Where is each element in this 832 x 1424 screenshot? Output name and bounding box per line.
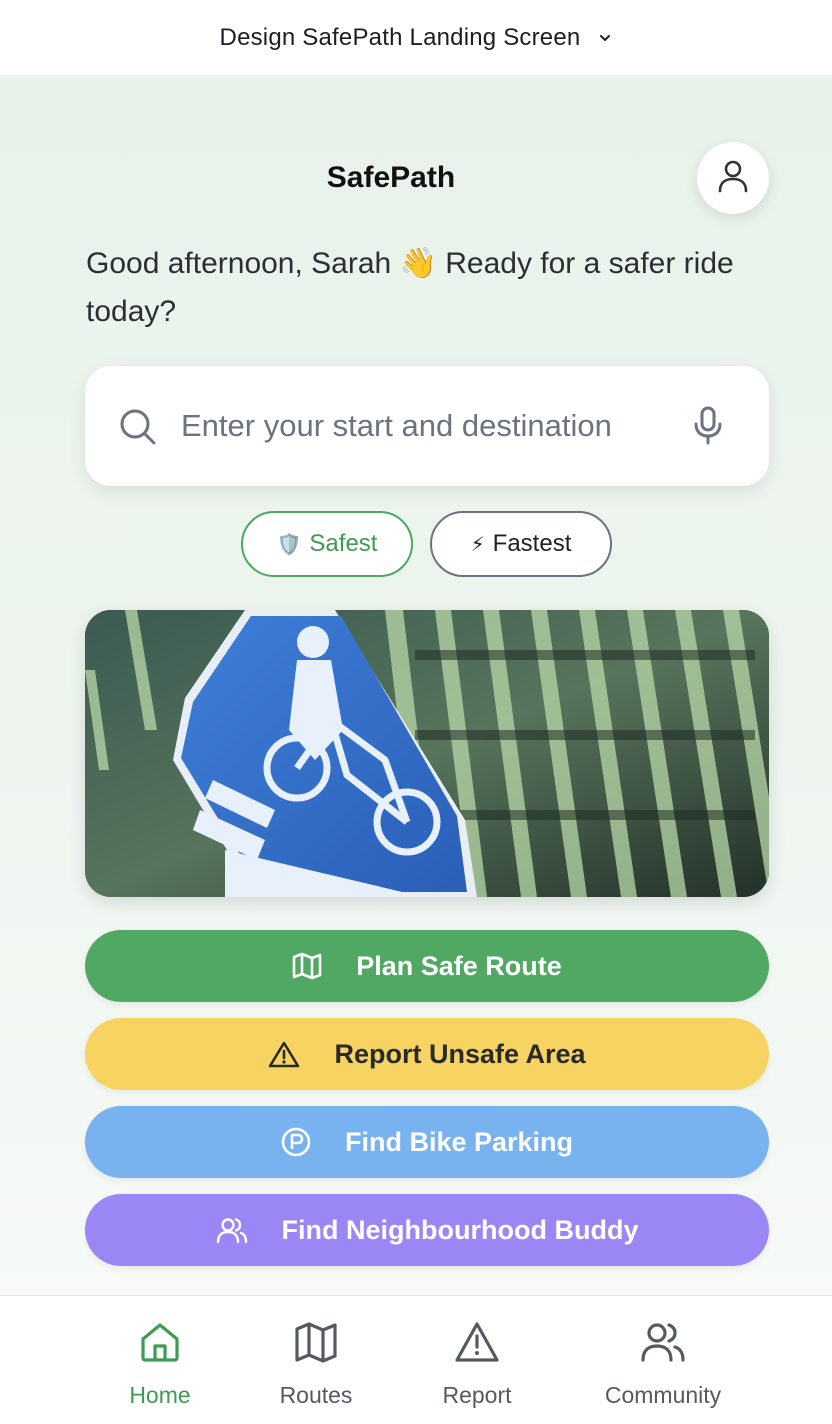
bottom-navigation: Home Routes Report Community: [0, 1295, 832, 1424]
find-neighbourhood-buddy-button[interactable]: Find Neighbourhood Buddy: [85, 1194, 769, 1266]
parking-icon: [281, 1127, 311, 1157]
nav-label: Home: [129, 1382, 191, 1408]
action-label: Report Unsafe Area: [334, 1038, 586, 1069]
microphone-icon[interactable]: [693, 406, 723, 451]
nav-label: Community: [604, 1382, 722, 1408]
action-label: Plan Safe Route: [356, 950, 562, 981]
action-label: Find Neighbourhood Buddy: [281, 1214, 639, 1245]
users-icon: [640, 1320, 686, 1370]
warning-icon: [454, 1320, 500, 1370]
map-icon: [294, 1320, 338, 1370]
action-label: Find Bike Parking: [344, 1126, 574, 1157]
search-icon: [119, 408, 157, 451]
nav-item-report[interactable]: Report: [432, 1320, 522, 1409]
chevron-down-icon[interactable]: [598, 33, 612, 43]
home-icon: [138, 1320, 182, 1370]
search-bar[interactable]: [85, 366, 769, 486]
users-icon: [216, 1216, 248, 1244]
filter-chip-label: Fastest: [492, 530, 572, 557]
app-title: SafePath: [326, 161, 456, 194]
window-title: Design SafePath Landing Screen: [219, 23, 581, 51]
filter-chip-fastest[interactable]: ⚡ Fastest: [430, 511, 612, 577]
nav-item-routes[interactable]: Routes: [270, 1320, 362, 1409]
profile-button[interactable]: [697, 142, 769, 214]
report-unsafe-area-button[interactable]: Report Unsafe Area: [85, 1018, 769, 1090]
nav-item-community[interactable]: Community: [596, 1320, 730, 1409]
nav-label: Report: [442, 1382, 512, 1408]
warning-icon: [268, 1040, 300, 1068]
find-bike-parking-button[interactable]: Find Bike Parking: [85, 1106, 769, 1178]
map-icon: [292, 952, 322, 980]
nav-label: Routes: [279, 1382, 353, 1408]
filter-chip-label: Safest: [309, 530, 378, 557]
filter-chip-safest[interactable]: 🛡️ Safest: [241, 511, 413, 577]
greeting-text: Good afternoon, Sarah 👋 Ready for a safe…: [86, 247, 734, 328]
hero-image: [85, 610, 769, 897]
window-title-bar[interactable]: Design SafePath Landing Screen: [0, 0, 832, 76]
user-icon: [716, 158, 750, 199]
app-screen: SafePath Good afternoon, Sarah 👋 Ready f…: [0, 77, 832, 1295]
nav-item-home[interactable]: Home: [120, 1320, 200, 1409]
shield-icon: 🛡️: [276, 533, 302, 556]
lightning-icon: ⚡: [470, 533, 485, 556]
search-input[interactable]: [181, 402, 681, 450]
plan-safe-route-button[interactable]: Plan Safe Route: [85, 930, 769, 1002]
